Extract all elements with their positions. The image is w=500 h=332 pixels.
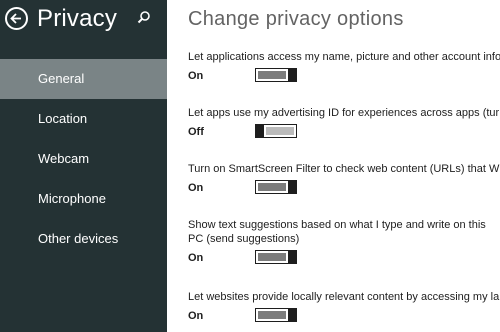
toggle-state-label: On	[188, 310, 204, 322]
language-list-toggle[interactable]	[255, 308, 297, 322]
setting-smartscreen: Turn on SmartScreen Filter to check web …	[188, 162, 500, 198]
sidebar-item-location[interactable]: Location	[0, 99, 167, 139]
setting-text-suggestions: Show text suggestions based on what I ty…	[188, 218, 500, 268]
back-button[interactable]	[5, 7, 28, 30]
sidebar-item-other-devices[interactable]: Other devices	[0, 219, 167, 259]
setting-description: Let applications access my name, picture…	[188, 51, 500, 63]
text-suggestions-toggle[interactable]	[255, 250, 297, 264]
main-content: Change privacy options Let applications …	[167, 0, 500, 332]
sidebar-item-microphone[interactable]: Microphone	[0, 179, 167, 219]
toggle-state-label: On	[188, 70, 204, 82]
setting-description: Let apps use my advertising ID for exper…	[188, 107, 500, 119]
toggle-state-label: On	[188, 182, 204, 194]
setting-description: Show text suggestions based on what I ty…	[188, 219, 486, 245]
toggle-state-label: Off	[188, 126, 204, 138]
section-title: Change privacy options	[188, 8, 404, 30]
setting-description: Turn on SmartScreen Filter to check web …	[188, 163, 500, 175]
sidebar-item-general[interactable]: General	[0, 59, 167, 99]
account-info-toggle[interactable]	[255, 68, 297, 82]
smartscreen-toggle[interactable]	[255, 180, 297, 194]
back-arrow-icon	[10, 13, 21, 24]
setting-account-info: Let applications access my name, picture…	[188, 50, 500, 86]
toggle-state-label: On	[188, 252, 204, 264]
setting-advertising-id: Let apps use my advertising ID for exper…	[188, 106, 500, 142]
page-title: Privacy	[37, 5, 118, 32]
advertising-id-toggle[interactable]	[255, 124, 297, 138]
setting-description: Let websites provide locally relevant co…	[188, 291, 500, 303]
sidebar-item-webcam[interactable]: Webcam	[0, 139, 167, 179]
setting-language-list: Let websites provide locally relevant co…	[188, 290, 500, 326]
sidebar: Privacy General Location Webcam Micropho…	[0, 0, 167, 332]
search-icon	[137, 11, 150, 24]
search-button[interactable]	[136, 10, 152, 26]
sidebar-nav: General Location Webcam Microphone Other…	[0, 59, 167, 259]
